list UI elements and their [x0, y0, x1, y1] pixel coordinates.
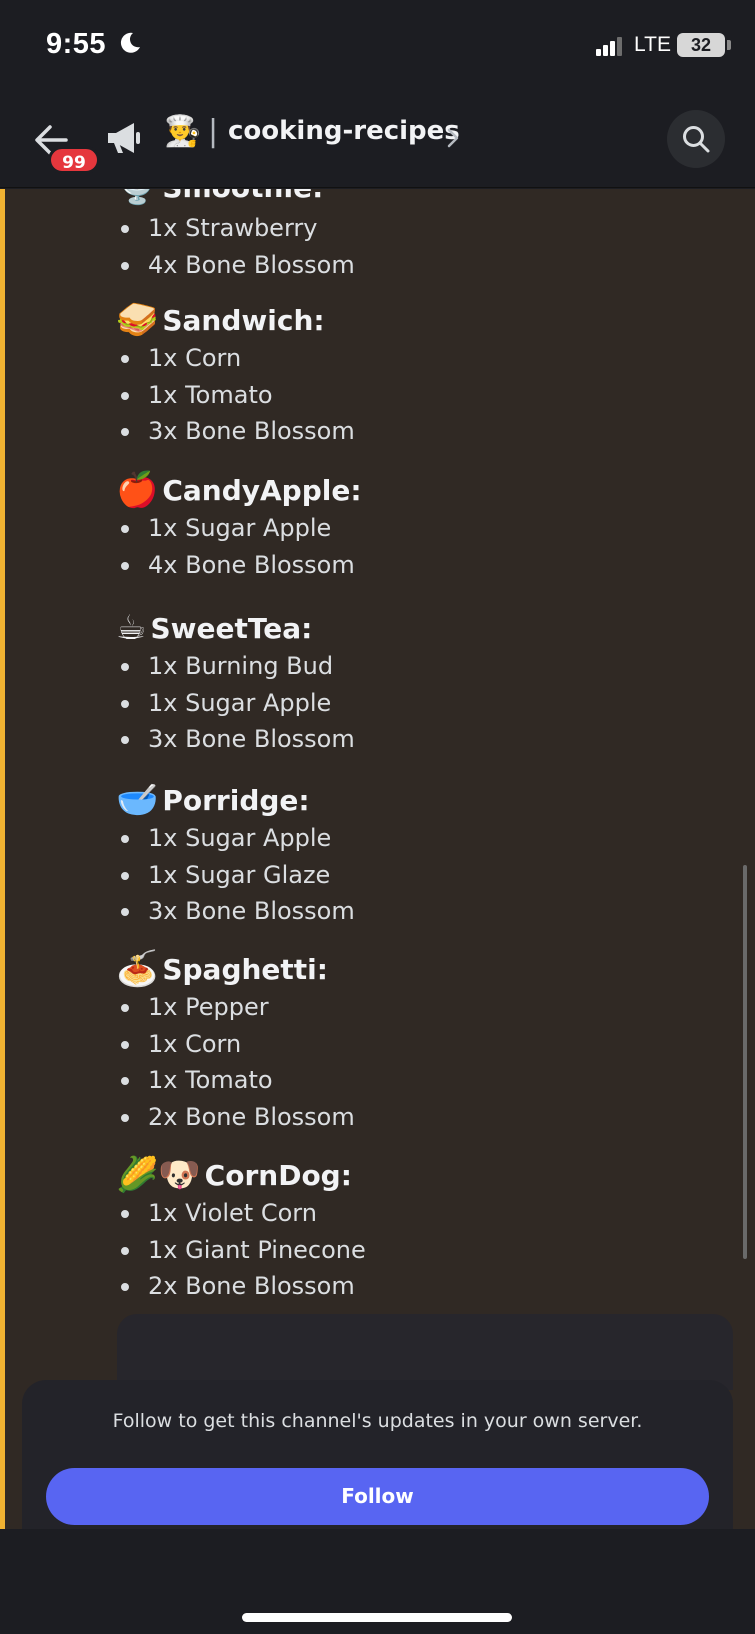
recipe-spaghetti: 🍝 Spaghetti: 1x Pepper 1x Corn 1x Tomato… — [116, 949, 355, 1135]
apple-emoji: 🍎 — [116, 470, 159, 510]
recipe-smoothie: 1x Strawberry 4x Bone Blossom — [116, 210, 355, 283]
ingredient-item: 4x Bone Blossom — [116, 247, 355, 284]
chef-emoji: 👨‍🍳 — [164, 114, 202, 149]
recipe-title: Spaghetti: — [162, 952, 328, 986]
bottom-area — [0, 1529, 755, 1634]
recipe-title: CandyApple: — [162, 473, 362, 507]
ingredient-item: 1x Giant Pinecone — [116, 1232, 366, 1269]
spaghetti-emoji: 🍝 — [116, 949, 159, 989]
ingredient-item: 1x Corn — [116, 340, 355, 377]
scrollbar[interactable] — [743, 865, 747, 1259]
title-separator: | — [208, 114, 219, 149]
recipe-title: SweetTea: — [150, 611, 313, 645]
recipe-smoothie-title: 🍨 Smoothie: — [116, 189, 323, 207]
background-card — [117, 1314, 733, 1390]
ingredient-item: 2x Bone Blossom — [116, 1099, 355, 1136]
ingredient-item: 3x Bone Blossom — [116, 893, 355, 930]
ingredient-item: 1x Strawberry — [116, 210, 355, 247]
home-indicator[interactable] — [242, 1613, 512, 1622]
recipe-title: Sandwich: — [162, 303, 325, 337]
ingredient-item: 1x Violet Corn — [116, 1195, 366, 1232]
recipe-title: Porridge: — [162, 783, 310, 817]
ingredient-item: 1x Sugar Apple — [116, 820, 355, 857]
corn-dog-emoji: 🌽🐶 — [116, 1155, 201, 1195]
moon-icon — [120, 32, 140, 53]
ingredient-item: 4x Bone Blossom — [116, 547, 362, 584]
ingredient-item: 2x Bone Blossom — [116, 1268, 366, 1305]
battery-tip — [727, 40, 731, 50]
ingredient-item: 1x Tomato — [116, 1062, 355, 1099]
recipe-sweettea: ☕ SweetTea: 1x Burning Bud 1x Sugar Appl… — [116, 608, 355, 758]
sandwich-emoji: 🥪 — [116, 300, 159, 340]
ingredient-item: 1x Sugar Glaze — [116, 857, 355, 894]
tea-emoji: ☕ — [116, 608, 147, 648]
search-button[interactable] — [667, 110, 725, 168]
ingredient-item: 1x Sugar Apple — [116, 510, 362, 547]
ingredient-item: 1x Tomato — [116, 377, 355, 414]
bowl-emoji: 🥣 — [116, 780, 159, 820]
embed-accent-bar — [0, 189, 5, 1529]
ingredient-item: 1x Corn — [116, 1026, 355, 1063]
recipe-candyapple: 🍎 CandyApple: 1x Sugar Apple 4x Bone Blo… — [116, 470, 362, 583]
chevron-right-icon[interactable] — [444, 126, 462, 150]
channel-header: 99 👨‍🍳 | cooking-recipes — [0, 96, 755, 188]
status-bar: 9:55 LTE 32 — [0, 0, 755, 96]
signal-icon — [596, 37, 622, 56]
recipe-porridge: 🥣 Porridge: 1x Sugar Apple 1x Sugar Glaz… — [116, 780, 355, 930]
announcement-icon — [108, 123, 140, 153]
search-icon — [683, 126, 710, 153]
recipe-title: CornDog: — [204, 1158, 352, 1192]
unread-badge: 99 — [48, 146, 100, 174]
follow-message: Follow to get this channel's updates in … — [112, 1410, 643, 1432]
ingredient-item: 1x Sugar Apple — [116, 685, 355, 722]
follow-button[interactable]: Follow — [46, 1468, 709, 1525]
recipe-title: Smoothie: — [162, 189, 323, 204]
status-time: 9:55 — [46, 28, 107, 60]
ingredient-item: 1x Burning Bud — [116, 648, 355, 685]
network-label: LTE — [634, 33, 671, 56]
recipe-sandwich: 🥪 Sandwich: 1x Corn 1x Tomato 3x Bone Bl… — [116, 300, 355, 450]
channel-title[interactable]: cooking-recipes — [228, 116, 460, 146]
recipe-corndog: 🌽🐶 CornDog: 1x Violet Corn 1x Giant Pine… — [116, 1155, 366, 1305]
ingredient-item: 1x Pepper — [116, 989, 355, 1026]
recipe-emoji: 🍨 — [116, 189, 158, 207]
battery-icon: 32 — [677, 33, 725, 57]
ingredient-item: 3x Bone Blossom — [116, 721, 355, 758]
ingredient-item: 3x Bone Blossom — [116, 413, 355, 450]
